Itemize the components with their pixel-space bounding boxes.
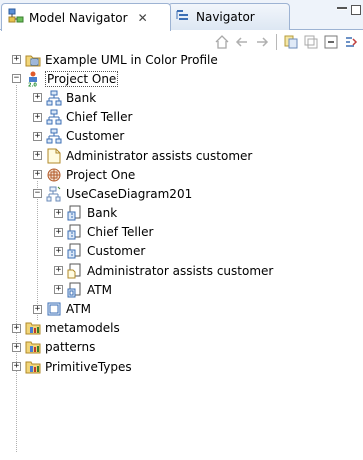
diagram-note-icon [67, 263, 83, 279]
diagram-element-icon [67, 243, 83, 259]
tree-item-administrator-assists-customer[interactable]: + Administrator assists customer [0, 146, 363, 165]
model-tree: + Example UML in Color Profile − 2.0 Pro… [0, 50, 363, 452]
tree-item-diagram-atm[interactable]: + ATM [0, 280, 363, 299]
diagram-element-icon [67, 224, 83, 240]
view-tab-bar: Model Navigator ✕ Navigator [0, 0, 363, 31]
expand-toggle[interactable]: + [54, 285, 63, 295]
tree-item-project-one-package[interactable]: + Project One [0, 165, 363, 184]
expand-toggle[interactable]: + [54, 266, 63, 276]
note-icon [46, 148, 62, 164]
tree-item-label: Bank [66, 90, 97, 105]
link-editor-icon[interactable] [303, 34, 319, 50]
back-arrow-icon[interactable] [234, 34, 250, 50]
class-icon [46, 128, 62, 144]
library-icon [25, 359, 41, 375]
component-icon [46, 301, 62, 317]
tree-item-label: Chief Teller [66, 110, 133, 125]
tab-navigator[interactable]: Navigator [168, 3, 290, 30]
tab-model-navigator-label: Model Navigator [29, 10, 128, 25]
expand-toggle[interactable]: + [54, 208, 63, 218]
navigator-icon [175, 8, 191, 27]
tree-item-label: Bank [87, 206, 118, 221]
expand-toggle[interactable]: + [12, 342, 21, 352]
collapse-toggle[interactable]: − [33, 189, 42, 199]
tree-item-atm[interactable]: + ATM [0, 299, 363, 318]
forward-arrow-icon[interactable] [254, 34, 270, 50]
tab-close-icon[interactable]: ✕ [138, 11, 148, 25]
tree-item-usecasediagram201[interactable]: − UseCaseDiagram201 [0, 184, 363, 203]
profile-icon [25, 52, 41, 68]
expand-toggle[interactable]: + [54, 227, 63, 237]
tree-item-label: ATM [87, 282, 112, 297]
view-controls [337, 5, 361, 15]
project-icon: 2.0 [25, 71, 41, 87]
svg-text:2.0: 2.0 [28, 82, 37, 87]
expand-toggle[interactable]: + [33, 112, 42, 122]
tree-item-label: Chief Teller [87, 225, 154, 240]
view-menu-icon[interactable] [343, 34, 359, 50]
library-icon [25, 320, 41, 336]
tree-item-label: Customer [66, 129, 125, 144]
diagram-element-icon [67, 282, 83, 298]
tree-item-label: Project One [45, 70, 119, 87]
expand-toggle[interactable]: + [12, 55, 21, 65]
diagram-icon [46, 186, 62, 202]
tab-model-navigator[interactable]: Model Navigator ✕ [1, 3, 171, 31]
tree-item-diagram-administrator-assists-customer[interactable]: + Administrator assists customer [0, 261, 363, 280]
tree-item-bank[interactable]: + Bank [0, 88, 363, 107]
tree-item-chief-teller[interactable]: + Chief Teller [0, 108, 363, 127]
expand-toggle[interactable]: + [33, 131, 42, 141]
tree-item-project-one[interactable]: − 2.0 Project One [0, 69, 363, 88]
maximize-icon[interactable] [351, 5, 361, 15]
tree-item-label: metamodels [45, 321, 120, 336]
tree-item-label: UseCaseDiagram201 [66, 186, 193, 201]
toolbar-separator [276, 34, 277, 50]
expand-toggle[interactable]: + [33, 170, 42, 180]
tree-item-primitivetypes[interactable]: + PrimitiveTypes [0, 357, 363, 376]
minimize-icon[interactable] [337, 7, 347, 10]
tree-item-diagram-bank[interactable]: + Bank [0, 204, 363, 223]
tree-item-metamodels[interactable]: + metamodels [0, 319, 363, 338]
tree-item-diagram-chief-teller[interactable]: + Chief Teller [0, 223, 363, 242]
tree-item-label: ATM [66, 302, 91, 317]
filter-icon[interactable] [323, 34, 339, 50]
tree-item-label: Customer [87, 244, 146, 259]
expand-toggle[interactable]: + [54, 246, 63, 256]
package-icon [46, 167, 62, 183]
class-icon [46, 90, 62, 106]
expand-toggle[interactable]: + [33, 304, 42, 314]
library-icon [25, 339, 41, 355]
tree-item-label: Example UML in Color Profile [45, 52, 218, 67]
expand-toggle[interactable]: + [12, 323, 21, 333]
tree-item-customer[interactable]: + Customer [0, 127, 363, 146]
expand-toggle[interactable]: + [33, 151, 42, 161]
tree-item-example-uml-in-color-profile[interactable]: + Example UML in Color Profile [0, 50, 363, 69]
class-icon [46, 109, 62, 125]
tree-item-label: Administrator assists customer [87, 263, 274, 278]
tree-item-label: PrimitiveTypes [45, 359, 132, 374]
collapse-toggle[interactable]: − [12, 74, 21, 84]
tree-item-diagram-customer[interactable]: + Customer [0, 242, 363, 261]
expand-toggle[interactable]: + [33, 93, 42, 103]
tree-item-patterns[interactable]: + patterns [0, 338, 363, 357]
tree-item-label: patterns [45, 340, 96, 355]
tree-item-label: Administrator assists customer [66, 148, 253, 163]
tree-item-label: Project One [66, 167, 136, 182]
expand-toggle[interactable]: + [12, 362, 21, 372]
home-icon[interactable] [214, 34, 230, 50]
collapse-all-icon[interactable] [283, 34, 299, 50]
diagram-element-icon [67, 205, 83, 221]
model-navigator-icon [8, 8, 24, 27]
tab-navigator-label: Navigator [196, 10, 255, 24]
